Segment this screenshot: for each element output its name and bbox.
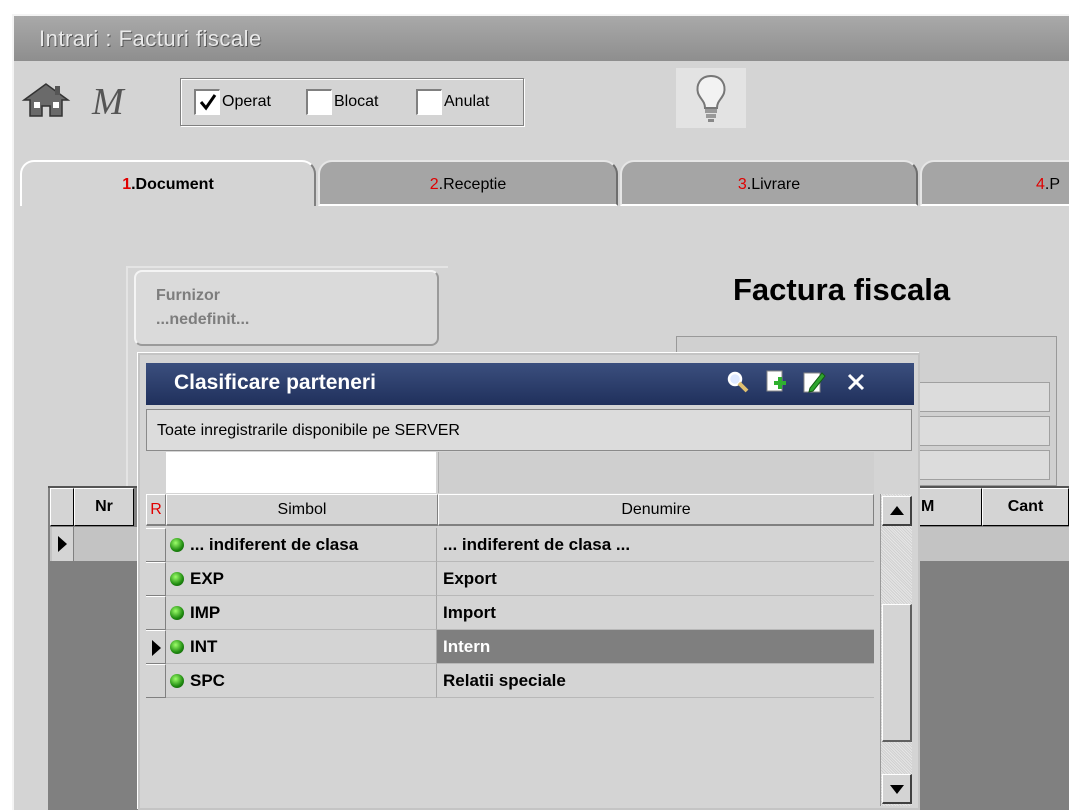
- invoice-field[interactable]: [900, 450, 1050, 480]
- row-indicator: [146, 664, 166, 698]
- row-pointer-icon: [152, 640, 161, 656]
- furnizor-button[interactable]: Furnizor ...nedefinit...: [134, 270, 439, 346]
- tab-document[interactable]: 1.Document: [20, 160, 316, 206]
- grid-header-nr[interactable]: Nr: [74, 488, 134, 526]
- row-denumire: Import: [443, 602, 496, 622]
- tab-4[interactable]: 4.P: [920, 160, 1069, 206]
- row-denumire: ... indiferent de clasa ...: [443, 534, 631, 554]
- document-title: Factura fiscala: [733, 272, 951, 307]
- furnizor-value: ...nedefinit...: [156, 311, 250, 328]
- row-denumire: Relatii speciale: [443, 670, 566, 690]
- active-status-icon: [170, 537, 184, 552]
- add-icon[interactable]: [764, 369, 788, 400]
- row-indicator: [146, 596, 166, 630]
- list-empty-area: [146, 704, 874, 806]
- arrow-up-icon: [890, 506, 904, 515]
- row-denumire: Intern: [443, 636, 491, 656]
- edit-icon[interactable]: [802, 369, 826, 400]
- list-item[interactable]: EXP Export: [146, 562, 874, 596]
- anulat-checkbox[interactable]: Anulat: [416, 88, 489, 116]
- operat-checkbox[interactable]: Operat: [194, 88, 271, 116]
- checkmark-icon: [194, 89, 220, 115]
- denumire-filter-input[interactable]: [438, 452, 874, 493]
- invoice-field[interactable]: [900, 382, 1050, 412]
- window-title: Intrari : Facturi fiscale: [14, 16, 1069, 61]
- grid-header-cant[interactable]: Cant: [982, 488, 1069, 526]
- list-item[interactable]: SPC Relatii speciale: [146, 664, 874, 698]
- row-simbol: IMP: [190, 602, 221, 622]
- lightbulb-icon[interactable]: [676, 68, 746, 128]
- list-item[interactable]: ... indiferent de clasa ... indiferent d…: [146, 528, 874, 562]
- scroll-down-button[interactable]: [882, 774, 912, 804]
- filter-indicator: [146, 452, 166, 493]
- row-simbol: SPC: [190, 670, 225, 690]
- active-status-icon: [170, 571, 184, 586]
- anulat-label: Anulat: [444, 93, 490, 110]
- row-simbol: INT: [190, 636, 218, 656]
- simbol-filter-input[interactable]: [166, 452, 436, 493]
- row-simbol: ... indiferent de clasa: [190, 534, 359, 554]
- home-logo-icon[interactable]: [20, 80, 72, 122]
- row-indicator: [52, 527, 74, 561]
- operat-label: Operat: [222, 93, 271, 110]
- grid-header-um[interactable]: M: [916, 488, 982, 526]
- search-icon[interactable]: [726, 370, 750, 399]
- blocat-label: Blocat: [334, 93, 379, 110]
- active-status-icon: [170, 673, 184, 688]
- row-indicator: [146, 630, 166, 664]
- list-item[interactable]: IMP Import: [146, 596, 874, 630]
- furnizor-label: Furnizor: [156, 287, 220, 304]
- active-status-icon: [170, 605, 184, 620]
- row-denumire: Export: [443, 568, 497, 588]
- col-header-simbol[interactable]: Simbol: [166, 494, 438, 526]
- invoice-field[interactable]: [900, 416, 1050, 446]
- close-icon[interactable]: [846, 372, 866, 397]
- arrow-down-icon: [890, 785, 904, 794]
- tab-receptie[interactable]: 2.Receptie: [318, 160, 618, 206]
- row-indicator: [146, 528, 166, 562]
- tab-livrare[interactable]: 3.Livrare: [620, 160, 918, 206]
- list-item-selected[interactable]: INT Intern: [146, 630, 874, 664]
- col-header-denumire[interactable]: Denumire: [438, 494, 874, 526]
- dialog-toolbar: [726, 369, 866, 399]
- blocat-checkbox[interactable]: Blocat: [306, 88, 378, 116]
- grid-indicator-header: [50, 488, 74, 526]
- active-status-icon: [170, 639, 184, 654]
- m-logo-icon: M: [92, 81, 124, 123]
- col-header-r[interactable]: R: [146, 494, 166, 526]
- row-pointer-icon: [58, 536, 67, 552]
- row-indicator: [146, 562, 166, 596]
- row-simbol: EXP: [190, 568, 225, 588]
- dialog-status-text: Toate inregistrarile disponibile pe SERV…: [146, 409, 912, 451]
- scroll-thumb[interactable]: [882, 604, 912, 742]
- scroll-up-button[interactable]: [882, 496, 912, 526]
